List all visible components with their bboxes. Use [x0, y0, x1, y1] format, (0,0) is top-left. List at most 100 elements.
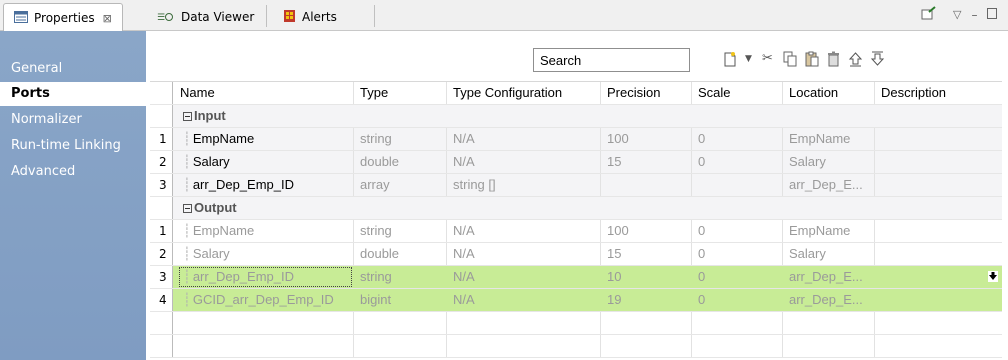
view-menu-icon[interactable]: ▽ [953, 8, 961, 21]
port-type[interactable]: double [355, 151, 447, 173]
sidebar-item-ports[interactable]: Ports [0, 82, 146, 106]
port-type-config[interactable]: N/A [448, 243, 600, 265]
tree-connector-icon: ┊ [183, 154, 191, 169]
port-type-config[interactable]: N/A [448, 151, 600, 173]
port-precision[interactable] [602, 174, 692, 196]
group-row-input[interactable]: Input [150, 105, 1002, 128]
port-type[interactable]: array [355, 174, 447, 196]
tab-data-viewer[interactable]: ☰ Data Viewer [147, 3, 264, 31]
column-header-type[interactable]: Type [355, 82, 447, 104]
port-name: Salary [192, 154, 230, 169]
table-row[interactable]: 4 ┊ GCID_arr_Dep_Emp_ID bigint N/A 19 0 a… [150, 289, 1002, 312]
copy-icon[interactable] [782, 50, 797, 67]
port-type-config[interactable]: N/A [448, 289, 600, 311]
collapse-icon[interactable] [183, 204, 192, 214]
row-number: 1 [150, 220, 173, 242]
row-number-header [150, 82, 173, 104]
column-header-location[interactable]: Location [784, 82, 874, 104]
port-type-config[interactable]: N/A [448, 128, 600, 150]
port-scale[interactable]: 0 [693, 151, 783, 173]
sidebar-item-advanced[interactable]: Advanced [0, 160, 146, 184]
port-description[interactable] [876, 243, 1002, 265]
tree-connector-icon: ┊ [183, 177, 191, 192]
port-type[interactable]: string [355, 128, 447, 150]
port-description[interactable] [876, 289, 1002, 311]
maximize-icon[interactable] [987, 7, 998, 22]
sidebar-item-general[interactable]: General [0, 57, 146, 81]
table-row[interactable]: 2 ┊ Salary double N/A 15 0 Salary [150, 151, 1002, 174]
table-row[interactable]: 1 ┊ EmpName string N/A 100 0 EmpName [150, 128, 1002, 151]
dropdown-arrow-icon[interactable]: ▼ [744, 50, 753, 67]
empty-row [150, 312, 1002, 335]
sidebar-item-runtime-linking[interactable]: Run-time Linking [0, 134, 146, 158]
port-location[interactable]: Salary [784, 243, 874, 265]
group-row-output[interactable]: Output [150, 197, 1002, 220]
port-precision[interactable]: 15 [602, 243, 692, 265]
table-row[interactable]: 3 ┊ arr_Dep_Emp_ID array string [] arr_De… [150, 174, 1002, 197]
port-precision[interactable]: 15 [602, 151, 692, 173]
port-location[interactable]: arr_Dep_E... [784, 266, 874, 288]
column-header-scale[interactable]: Scale [693, 82, 783, 104]
column-header-name[interactable]: Name [175, 82, 355, 104]
port-scale[interactable]: 0 [693, 266, 783, 288]
port-type[interactable]: string [355, 266, 447, 288]
port-scale[interactable]: 0 [693, 220, 783, 242]
tab-divider [374, 5, 375, 27]
delete-icon[interactable] [826, 50, 841, 67]
view-tab-bar: Properties ⊠ ☰ Data Viewer Alerts ▽ – [0, 0, 1008, 32]
port-description[interactable] [876, 220, 1002, 242]
port-precision[interactable]: 19 [602, 289, 692, 311]
column-header-precision[interactable]: Precision [602, 82, 692, 104]
port-precision[interactable]: 10 [602, 266, 692, 288]
port-location[interactable]: EmpName [784, 220, 874, 242]
port-type-config[interactable]: N/A [448, 220, 600, 242]
paste-icon[interactable] [804, 50, 819, 67]
port-precision[interactable]: 100 [602, 220, 692, 242]
port-type-config[interactable]: N/A [448, 266, 600, 288]
tree-connector-icon: ┊ [183, 223, 191, 238]
tab-alerts[interactable]: Alerts [273, 3, 347, 31]
move-up-icon[interactable] [848, 50, 863, 67]
port-description[interactable] [876, 128, 1002, 150]
link-port-icon[interactable] [988, 271, 998, 285]
port-scale[interactable] [693, 174, 783, 196]
port-scale[interactable]: 0 [693, 243, 783, 265]
search-input[interactable] [533, 48, 690, 72]
row-number: 3 [150, 174, 173, 196]
ports-table: Name Type Type Configuration Precision S… [150, 81, 1002, 358]
table-row[interactable]: 2 ┊ Salary double N/A 15 0 Salary [150, 243, 1002, 266]
port-name: EmpName [192, 223, 255, 238]
empty-row [150, 335, 1002, 358]
close-icon[interactable]: ⊠ [103, 12, 112, 25]
ports-toolbar: ▼ ✂ [722, 50, 885, 67]
new-port-icon[interactable] [722, 50, 737, 67]
column-header-description[interactable]: Description [876, 82, 1002, 104]
move-down-icon[interactable] [870, 50, 885, 67]
minimize-icon[interactable]: – [971, 8, 977, 22]
port-location[interactable]: arr_Dep_E... [784, 289, 874, 311]
group-label: Output [194, 200, 237, 215]
port-type-config[interactable]: string [] [448, 174, 600, 196]
port-location[interactable]: Salary [784, 151, 874, 173]
port-name: arr_Dep_Emp_ID [192, 269, 294, 284]
port-scale[interactable]: 0 [693, 289, 783, 311]
table-row[interactable]: 3 ┊ arr_Dep_Emp_ID string N/A 10 0 arr_De… [150, 266, 1002, 289]
port-location[interactable]: arr_Dep_E... [784, 174, 874, 196]
port-type[interactable]: string [355, 220, 447, 242]
port-scale[interactable]: 0 [693, 128, 783, 150]
tab-properties[interactable]: Properties ⊠ [3, 3, 123, 32]
pin-view-icon[interactable] [921, 6, 937, 23]
table-row[interactable]: 1 ┊ EmpName string N/A 100 0 EmpName [150, 220, 1002, 243]
collapse-icon[interactable] [183, 112, 192, 122]
port-precision[interactable]: 100 [602, 128, 692, 150]
port-description[interactable] [876, 266, 996, 288]
port-type[interactable]: bigint [355, 289, 447, 311]
port-location[interactable]: EmpName [784, 128, 874, 150]
cut-icon[interactable]: ✂ [760, 50, 775, 67]
port-description[interactable] [876, 151, 1002, 173]
tab-label: Alerts [302, 10, 337, 24]
sidebar-item-normalizer[interactable]: Normalizer [0, 108, 146, 132]
column-header-type-configuration[interactable]: Type Configuration [448, 82, 600, 104]
port-type[interactable]: double [355, 243, 447, 265]
port-description[interactable] [876, 174, 1002, 196]
